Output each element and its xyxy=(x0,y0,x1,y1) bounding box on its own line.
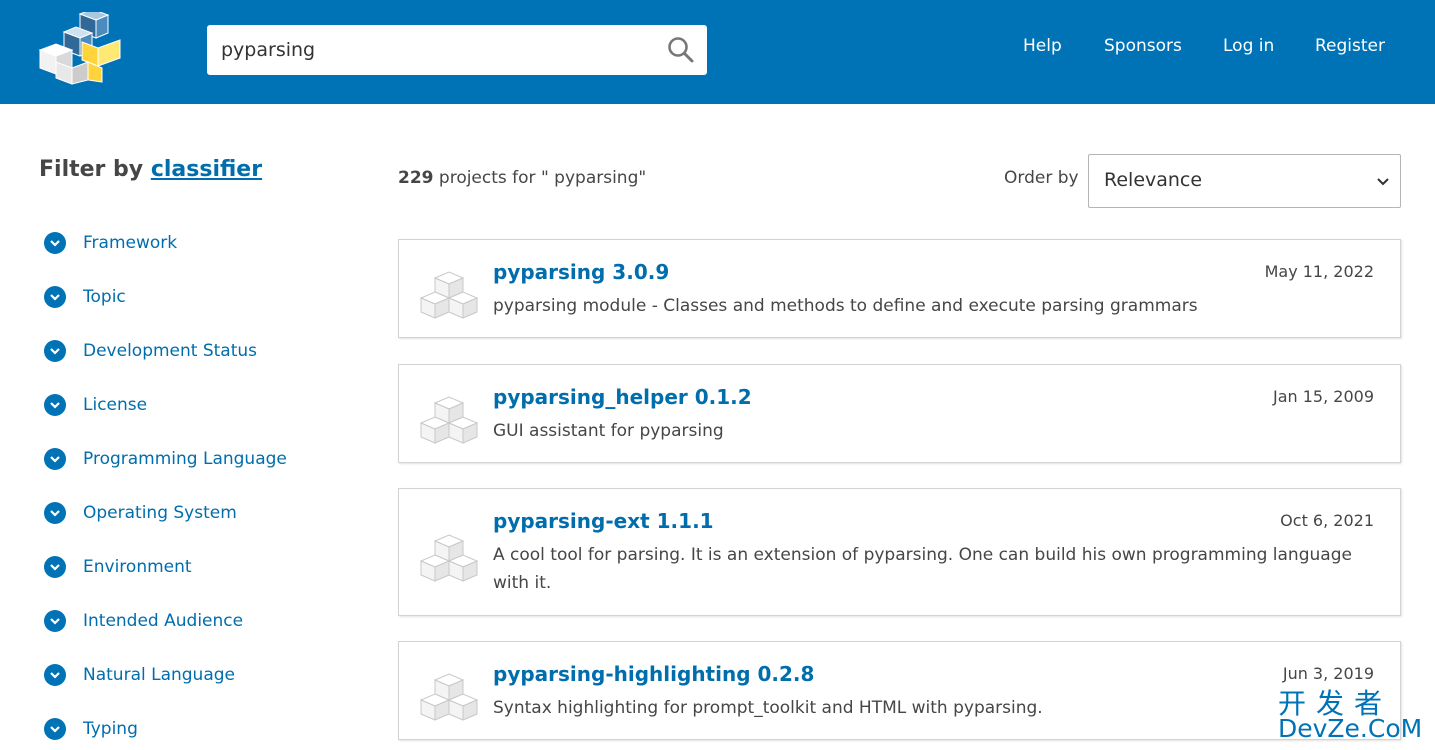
search-input[interactable] xyxy=(207,25,647,75)
order-by-value: Relevance xyxy=(1104,169,1203,191)
filter-item-label: Programming Language xyxy=(83,449,287,469)
package-description: GUI assistant for pyparsing xyxy=(493,421,724,441)
chevron-down-icon xyxy=(44,610,66,632)
package-icon xyxy=(419,264,479,326)
filter-item[interactable]: Natural Language xyxy=(44,660,235,690)
filter-item-label: Operating System xyxy=(83,503,237,523)
filter-item-label: Environment xyxy=(83,557,192,577)
package-name-link[interactable]: pyparsing-highlighting 0.2.8 xyxy=(493,662,814,686)
package-icon xyxy=(419,527,479,589)
filter-item[interactable]: License xyxy=(44,390,147,420)
filter-item[interactable]: Environment xyxy=(44,552,192,582)
package-icon xyxy=(419,389,479,451)
filter-title: Filter by classifier xyxy=(39,157,262,182)
package-date: May 11, 2022 xyxy=(1264,262,1374,281)
nav-sponsors-link[interactable]: Sponsors xyxy=(1104,36,1182,56)
filter-item-label: Natural Language xyxy=(83,665,236,685)
result-card[interactable]: pyparsing_helper 0.1.2 Jan 15, 2009 GUI as… xyxy=(398,364,1401,463)
nav-login-link[interactable]: Log in xyxy=(1223,36,1274,56)
filter-item[interactable]: Framework xyxy=(44,228,177,258)
filter-item[interactable]: Topic xyxy=(44,282,126,312)
watermark-en: DevZe.CoM xyxy=(1278,714,1423,743)
chevron-down-icon xyxy=(44,664,66,686)
order-by-select[interactable]: Relevance xyxy=(1088,154,1401,208)
filter-item-label: License xyxy=(83,395,148,415)
order-by-label: Order by xyxy=(1004,168,1079,188)
filter-item[interactable]: Programming Language xyxy=(44,444,287,474)
filter-item[interactable]: Intended Audience xyxy=(44,606,243,636)
chevron-down-icon xyxy=(44,286,66,308)
package-date: Jun 3, 2019 xyxy=(1282,664,1374,683)
search-box xyxy=(207,25,707,75)
results-count-number: 229 xyxy=(398,168,434,188)
chevron-down-icon xyxy=(44,718,66,740)
package-description: A cool tool for parsing. It is an extens… xyxy=(493,545,1352,593)
package-date: Oct 6, 2021 xyxy=(1280,511,1374,530)
classifier-link[interactable]: classifier xyxy=(151,157,262,182)
filter-item-label: Intended Audience xyxy=(83,611,244,631)
watermark: 开发者 DevZe.CoM xyxy=(1278,682,1428,746)
package-name-link[interactable]: pyparsing_helper 0.1.2 xyxy=(493,385,752,409)
chevron-down-icon xyxy=(44,448,66,470)
package-name-link[interactable]: pyparsing-ext 1.1.1 xyxy=(493,509,714,533)
results-count-text: projects for " pyparsing" xyxy=(438,168,647,188)
chevron-down-icon xyxy=(1377,178,1389,186)
result-card[interactable]: pyparsing-highlighting 0.2.8 Jun 3, 2019 S… xyxy=(398,641,1401,740)
result-card[interactable]: pyparsing 3.0.9 May 11, 2022 pyparsing mod… xyxy=(398,239,1401,338)
chevron-down-icon xyxy=(44,340,66,362)
package-description: pyparsing module - Classes and methods t… xyxy=(493,296,1198,316)
filter-item-label: Framework xyxy=(83,233,178,253)
filter-item[interactable]: Development Status xyxy=(44,336,257,366)
chevron-down-icon xyxy=(44,502,66,524)
package-icon xyxy=(419,666,479,728)
package-name-link[interactable]: pyparsing 3.0.9 xyxy=(493,260,669,284)
result-card[interactable]: pyparsing-ext 1.1.1 Oct 6, 2021 A cool too… xyxy=(398,488,1401,616)
search-icon[interactable] xyxy=(667,36,695,64)
chevron-down-icon xyxy=(44,394,66,416)
site-header: Help Sponsors Log in Register xyxy=(0,0,1435,104)
filter-item-label: Topic xyxy=(83,287,126,307)
nav-help-link[interactable]: Help xyxy=(1023,36,1062,56)
filter-title-prefix: Filter by xyxy=(39,157,144,182)
package-date: Jan 15, 2009 xyxy=(1273,387,1374,406)
filter-item[interactable]: Typing xyxy=(44,714,138,744)
package-description: Syntax highlighting for prompt_toolkit a… xyxy=(493,698,1043,718)
chevron-down-icon xyxy=(44,556,66,578)
filter-item[interactable]: Operating System xyxy=(44,498,237,528)
pypi-logo-icon[interactable] xyxy=(36,12,124,86)
chevron-down-icon xyxy=(44,232,66,254)
nav-register-link[interactable]: Register xyxy=(1315,36,1385,56)
results-count: 229 projects for " pyparsing" xyxy=(398,168,646,188)
filter-item-label: Typing xyxy=(83,719,138,739)
filter-item-label: Development Status xyxy=(83,341,258,361)
